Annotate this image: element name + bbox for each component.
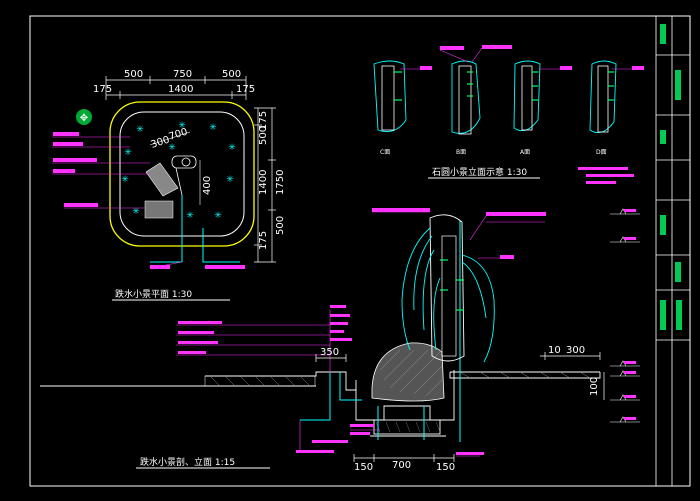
section-dim-300: 300 (566, 345, 585, 356)
elevation-note (578, 167, 634, 184)
section-boulder (371, 342, 445, 402)
svg-text:✳: ✳ (136, 125, 144, 135)
svg-text:✳: ✳ (228, 143, 236, 153)
elevation-label-b: B面 (456, 149, 466, 156)
section-dim-100: 100 (589, 377, 600, 396)
plan-stone-slab (145, 162, 179, 197)
svg-text:✳: ✳ (226, 175, 234, 185)
section-pipes (300, 220, 461, 442)
elevation-label-d: D面 (596, 149, 607, 156)
svg-text:✳: ✳ (121, 175, 129, 185)
plan-dimension-lines (105, 76, 276, 263)
plan-dim-top2-3: 175 (236, 84, 255, 95)
title-block (655, 16, 690, 486)
section-dim-150-left: 150 (354, 462, 373, 473)
plan-dim-top-3: 500 (222, 69, 241, 80)
plan-dim-right-4: 1750 (275, 170, 286, 195)
section-level-values (624, 209, 636, 420)
plan-dim-right-1: 175 (258, 231, 269, 250)
cad-drawing-canvas[interactable]: 500 750 500 175 1400 175 175 500 1400 17… (0, 0, 700, 501)
plan-north-arrow: ✥ (76, 109, 92, 125)
plan-dim-top2-2: 1400 (168, 84, 193, 95)
plan-dim-top-1: 500 (124, 69, 143, 80)
section-ground-line (40, 371, 601, 391)
plan-inner-dim-2: 700 (168, 126, 190, 142)
plan-title: 跌水小景平面 1:30 (115, 288, 192, 300)
section-leaders (176, 211, 545, 457)
plan-dim-right-5: 500 (275, 216, 286, 235)
svg-text:✳: ✳ (124, 148, 132, 158)
plan-dim-top2-1: 175 (93, 84, 112, 95)
section-dim-150-right: 150 (436, 462, 455, 473)
elevation-posts (381, 65, 609, 135)
section-level-markers (610, 208, 640, 423)
svg-text:✳: ✳ (186, 211, 194, 221)
plan-dim-right-3: 1400 (258, 170, 269, 195)
section-gravel-hatch (375, 421, 441, 433)
elevation-leaders (400, 47, 632, 70)
section-column-post (441, 235, 457, 357)
plan-dim-right-6: 175 (258, 111, 269, 130)
plan-dim-top-2: 750 (173, 69, 192, 80)
elevation-nozzles (394, 71, 614, 101)
plan-annotations (53, 132, 245, 269)
section-dim-10: 10 (548, 345, 561, 356)
plan-inner-dim-3: 400 (202, 176, 213, 195)
svg-text:✳: ✳ (209, 123, 217, 133)
section-title: 跌水小景剖、立面 1:15 (140, 456, 235, 468)
elevation-label-c: C面 (380, 149, 390, 156)
title-block-text (660, 24, 682, 330)
section-dim-700: 700 (392, 460, 411, 471)
svg-text:✳: ✳ (132, 207, 140, 217)
plan-stone-block (144, 200, 174, 219)
svg-text:✥: ✥ (80, 113, 88, 124)
elevations-title: 石圆小景立面示意 1:30 (432, 166, 527, 178)
elevation-stones (373, 60, 617, 134)
elevation-label-a: A面 (520, 149, 530, 156)
section-dim-350: 350 (320, 347, 339, 358)
svg-text:✳: ✳ (214, 211, 222, 221)
section-water-cascade (401, 227, 495, 363)
